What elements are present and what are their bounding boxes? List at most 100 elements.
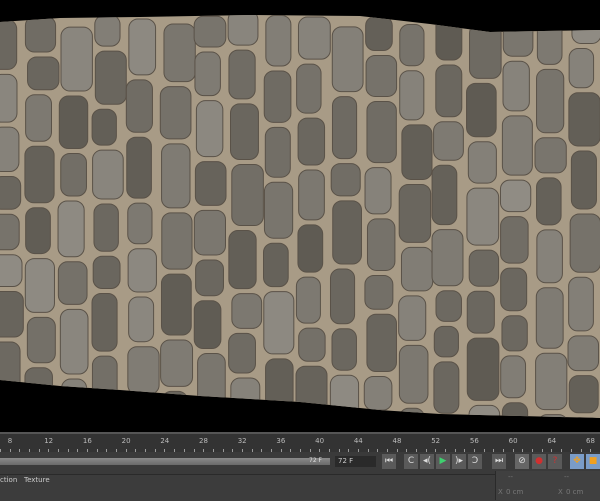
- cobblestone: [434, 122, 464, 160]
- cobblestone: [402, 125, 432, 180]
- cobblestone: [332, 97, 356, 159]
- ruler-label: 68: [586, 437, 595, 445]
- cobblestone: [162, 213, 192, 269]
- cobblestone: [25, 368, 53, 414]
- ruler-label: 20: [122, 437, 131, 445]
- cobblestone: [568, 336, 599, 371]
- cobblestone: [331, 164, 360, 196]
- cobblestone: [298, 118, 324, 165]
- cobblestone: [264, 243, 289, 286]
- cobblestone: [127, 137, 152, 198]
- cobblestone: [571, 151, 596, 209]
- menu-item-function[interactable]: ction: [0, 476, 17, 484]
- cobblestone: [469, 405, 500, 432]
- cobblestone: [264, 182, 292, 238]
- cobblestone: [61, 153, 87, 196]
- cobblestone: [161, 274, 191, 335]
- cobblestone: [0, 292, 23, 338]
- cobblestone: [196, 415, 223, 432]
- cobblestone: [364, 376, 392, 410]
- cobblestone: [434, 362, 459, 413]
- cobblestone: [570, 418, 600, 432]
- ruler-label: 8: [8, 437, 12, 445]
- cobblestone: [0, 255, 22, 287]
- cobblestone: [536, 288, 563, 349]
- record-icon[interactable]: ●: [532, 454, 546, 469]
- cobblestone: [229, 231, 256, 289]
- cobblestone: [0, 127, 19, 171]
- scale-tool-icon[interactable]: ■: [586, 454, 600, 469]
- coord-header-2: --: [564, 473, 569, 481]
- cobblestone: [570, 214, 600, 272]
- cobblestone: [0, 342, 20, 391]
- previous-frame-button[interactable]: ◂(: [420, 454, 434, 469]
- cobblestone: [299, 170, 325, 220]
- cobblestone: [434, 326, 458, 356]
- cobblestone: [264, 71, 291, 122]
- cobblestone: [266, 16, 291, 66]
- cobblestone: [95, 15, 120, 46]
- cobblestone: [436, 291, 461, 322]
- coord-header: --: [508, 473, 513, 481]
- cobblestone: [330, 269, 354, 324]
- keyframe-icon[interactable]: ⊘: [515, 454, 529, 469]
- cobblestone: [535, 138, 566, 173]
- cobblestone: [569, 277, 594, 331]
- cobblestone: [27, 419, 52, 432]
- cobblestone: [0, 20, 17, 70]
- cobblestone: [264, 292, 294, 354]
- cobblestone-mesh: [0, 0, 600, 432]
- cobblestone: [432, 165, 457, 224]
- cobblestone: [0, 177, 21, 210]
- cobblestone: [332, 329, 356, 370]
- cobblestone: [60, 309, 88, 374]
- cobblestone: [536, 353, 567, 409]
- next-frame-button[interactable]: )▸: [452, 454, 466, 469]
- cobblestone: [569, 376, 598, 413]
- cobblestone: [467, 291, 494, 333]
- cobblestone: [129, 297, 154, 342]
- current-frame-field[interactable]: 72 F: [335, 456, 376, 467]
- cobblestone: [330, 375, 358, 424]
- cobblestone: [128, 399, 159, 432]
- cobblestone: [572, 10, 600, 43]
- time-slider[interactable]: 72 F: [0, 458, 330, 465]
- ruler-label: 24: [160, 437, 169, 445]
- menu-item-texture[interactable]: Texture: [24, 476, 50, 484]
- 3d-viewport[interactable]: [0, 0, 600, 432]
- cobblestone: [194, 16, 226, 47]
- cobblestone: [401, 247, 432, 291]
- cobblestone: [129, 19, 156, 75]
- ruler-label: 52: [431, 437, 440, 445]
- cobblestone: [502, 116, 532, 175]
- timeline-ruler[interactable]: 8121620242832364044485256606468: [0, 432, 600, 454]
- cobblestone: [160, 87, 191, 139]
- cobblestone: [232, 294, 262, 329]
- cobblestone: [501, 217, 529, 263]
- cobblestone: [467, 83, 497, 136]
- help-icon[interactable]: ?: [548, 454, 562, 469]
- go-to-start-button[interactable]: ⏮: [382, 454, 396, 469]
- go-to-end-button[interactable]: ⏭: [492, 454, 506, 469]
- cobblestone: [27, 317, 55, 362]
- next-key-button[interactable]: Ɔ: [468, 454, 482, 469]
- cobblestone: [436, 12, 462, 60]
- previous-key-button[interactable]: C: [404, 454, 418, 469]
- coordinates-panel: -- -- X 0 cm X 0 cm: [495, 471, 600, 500]
- cobblestone: [196, 260, 224, 296]
- ruler-label: 64: [547, 437, 556, 445]
- cobblestone: [537, 69, 564, 132]
- cobblestone: [28, 57, 59, 90]
- cobblestone: [365, 275, 393, 309]
- cobblestone: [128, 249, 156, 292]
- x-size-field[interactable]: 0 cm: [566, 488, 583, 496]
- play-button[interactable]: ▶: [436, 454, 450, 469]
- cobblestone: [232, 165, 264, 226]
- cobblestone: [161, 340, 193, 386]
- x-position-field[interactable]: 0 cm: [506, 488, 523, 496]
- move-tool-icon[interactable]: ✥: [570, 454, 584, 469]
- cobblestone: [162, 391, 187, 432]
- ruler-label: 44: [354, 437, 363, 445]
- cobblestone: [162, 144, 190, 208]
- ruler-label: 12: [44, 437, 53, 445]
